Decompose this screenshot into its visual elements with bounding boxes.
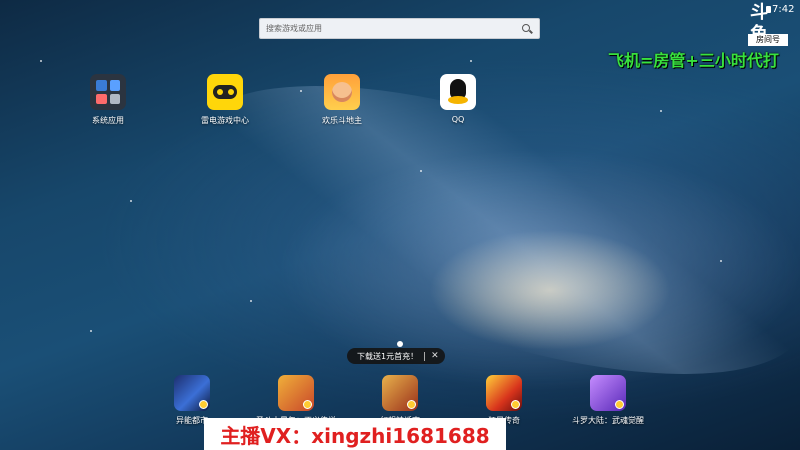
star [720, 260, 722, 262]
app-label: 斗罗大陆：武魂觉醒 [572, 416, 644, 425]
streamer-contact-banner: 主播VX：xingzhi1681688 [204, 418, 506, 450]
app-label: 欢乐斗地主 [322, 116, 362, 125]
game-icon [486, 375, 522, 411]
status-time: 7:42 [772, 4, 795, 15]
star [90, 330, 92, 332]
page-indicator-dot [397, 341, 403, 347]
search-bar[interactable]: 搜索游戏或应用 [259, 18, 540, 39]
badge-icon [303, 400, 312, 409]
dock-app-douluo[interactable]: 斗罗大陆：武魂觉醒 [563, 375, 653, 426]
game-icon [590, 375, 626, 411]
badge-icon [407, 400, 416, 409]
app-label: QQ [451, 115, 465, 124]
search-icon[interactable] [521, 23, 533, 35]
app-label: 雷电游戏中心 [201, 116, 249, 125]
close-icon[interactable]: ✕ [431, 351, 439, 361]
badge-icon [199, 400, 208, 409]
star [40, 60, 42, 62]
app-system-apps[interactable]: 系统应用 [68, 74, 148, 126]
app-thunder-game-center[interactable]: 雷电游戏中心 [185, 74, 265, 126]
download-toast[interactable]: 下载送1元首充！ ✕ [347, 348, 445, 364]
search-placeholder: 搜索游戏或应用 [266, 24, 322, 33]
star [660, 110, 662, 112]
toast-text: 下载送1元首充！ [357, 351, 419, 361]
qq-penguin-icon [440, 74, 476, 110]
game-icon [382, 375, 418, 411]
star [470, 60, 472, 62]
app-happy-landlord[interactable]: 欢乐斗地主 [302, 74, 382, 126]
badge-icon [615, 400, 624, 409]
star [250, 300, 252, 302]
star [130, 200, 132, 202]
app-qq[interactable]: QQ [418, 74, 498, 124]
app-label: 系统应用 [92, 116, 124, 125]
game-icon [174, 375, 210, 411]
promo-overlay-text: 飞机=房管+三小时代打 [608, 51, 779, 70]
landlord-icon [324, 74, 360, 110]
star [420, 170, 422, 172]
room-number-label: 房间号 [748, 34, 788, 46]
toast-divider [424, 351, 426, 361]
badge-icon [511, 400, 520, 409]
system-apps-icon [90, 74, 126, 110]
game-icon [278, 375, 314, 411]
battery-icon [766, 6, 771, 13]
gamepad-icon [207, 74, 243, 110]
